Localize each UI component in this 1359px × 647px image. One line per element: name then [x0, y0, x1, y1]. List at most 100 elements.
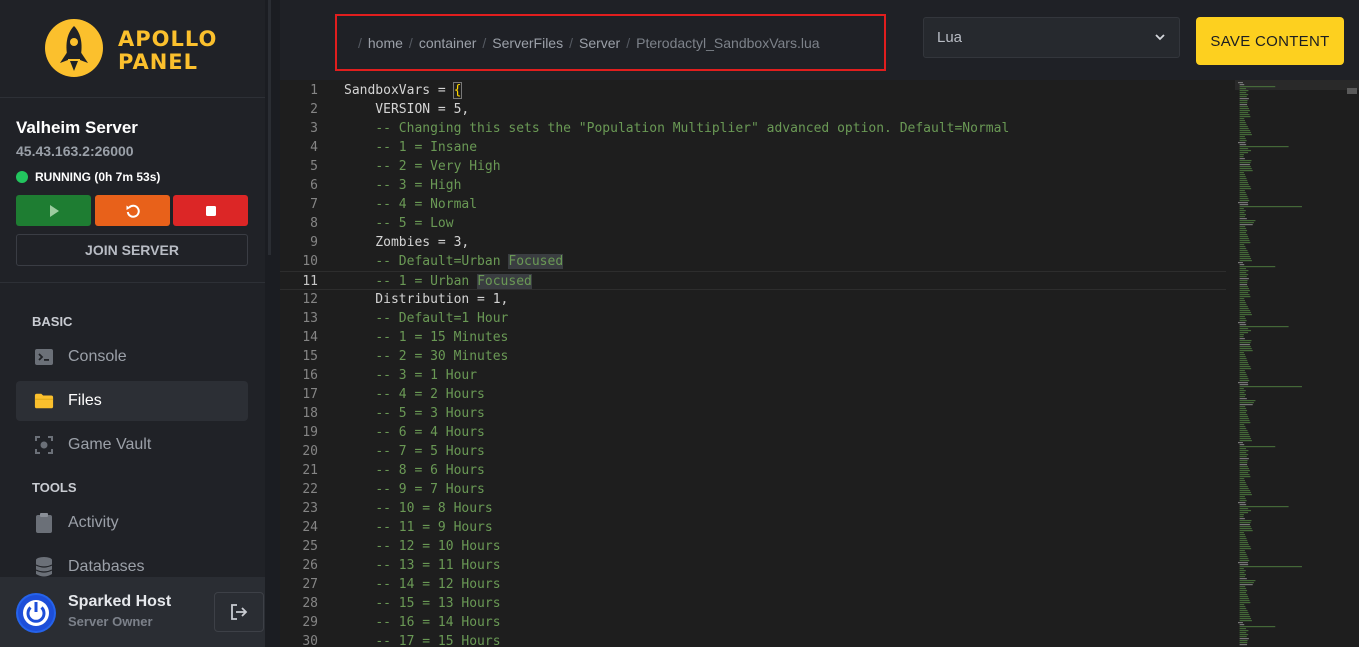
minimap-line	[1239, 484, 1247, 486]
line-code: -- 15 = 13 Hours	[375, 596, 501, 611]
join-server-button[interactable]: JOIN SERVER	[16, 234, 248, 266]
code-line[interactable]: 2 VERSION = 5,	[280, 100, 1226, 119]
code-line[interactable]: 29 -- 16 = 14 Hours	[280, 613, 1226, 632]
line-number: 28	[302, 596, 318, 611]
line-number: 22	[302, 482, 318, 497]
sidebar-item-activity[interactable]: Activity	[16, 503, 248, 543]
code-line[interactable]: 8 -- 5 = Low	[280, 214, 1226, 233]
minimap-line	[1239, 246, 1246, 248]
minimap-line	[1239, 158, 1245, 160]
minimap-line	[1239, 506, 1289, 508]
code-line[interactable]: 19 -- 6 = 4 Hours	[280, 423, 1226, 442]
minimap-line	[1239, 204, 1249, 206]
minimap-line	[1238, 622, 1243, 624]
minimap-line	[1239, 180, 1248, 182]
code-line[interactable]: 12 Distribution = 1,	[280, 290, 1226, 309]
editor-scrollbar[interactable]	[1347, 88, 1357, 94]
code-line[interactable]: 4 -- 1 = Insane	[280, 138, 1226, 157]
minimap-line	[1239, 572, 1245, 574]
minimap[interactable]	[1235, 80, 1345, 647]
breadcrumb-item-serverfiles[interactable]: ServerFiles	[492, 35, 563, 51]
minimap-line	[1239, 594, 1248, 596]
minimap-line	[1239, 626, 1276, 628]
line-number: 13	[302, 311, 318, 326]
minimap-line	[1239, 530, 1253, 532]
language-select[interactable]: Lua	[923, 17, 1180, 58]
minimap-line	[1239, 224, 1253, 226]
code-line[interactable]: 1 SandboxVars = {	[280, 81, 1226, 100]
minimap-line	[1239, 454, 1249, 456]
code-line[interactable]: 9 Zombies = 3,	[280, 233, 1226, 252]
breadcrumb-separator: /	[482, 34, 487, 51]
minimap-line	[1239, 272, 1247, 274]
breadcrumb-item-container[interactable]: container	[419, 35, 477, 51]
minimap-line	[1239, 580, 1256, 582]
minimap-line	[1239, 222, 1254, 224]
minimap-line	[1239, 348, 1252, 350]
minimap-line	[1239, 214, 1247, 216]
code-line[interactable]: 18 -- 5 = 3 Hours	[280, 404, 1226, 423]
minimap-line	[1239, 370, 1245, 372]
breadcrumb-item-home[interactable]: home	[368, 35, 403, 51]
line-number: 10	[302, 254, 318, 269]
breadcrumb-separator: /	[358, 34, 362, 51]
code-line[interactable]: 26 -- 13 = 11 Hours	[280, 556, 1226, 575]
logout-button[interactable]	[214, 592, 264, 632]
line-number: 5	[310, 159, 318, 174]
minimap-line	[1239, 490, 1251, 492]
minimap-line	[1239, 278, 1249, 280]
code-line[interactable]: 15 -- 2 = 30 Minutes	[280, 347, 1226, 366]
line-code: VERSION = 5,	[344, 102, 470, 117]
code-line[interactable]: 17 -- 4 = 2 Hours	[280, 385, 1226, 404]
code-line[interactable]: 10 -- Default=Urban Focused	[280, 252, 1226, 271]
minimap-line	[1239, 586, 1246, 588]
minimap-line	[1239, 418, 1249, 420]
minimap-line	[1239, 566, 1302, 568]
code-line[interactable]: 24 -- 11 = 9 Hours	[280, 518, 1226, 537]
minimap-line	[1239, 156, 1244, 158]
brand-name: APOLLO PANEL	[118, 28, 217, 74]
code-line[interactable]: 21 -- 8 = 6 Hours	[280, 461, 1226, 480]
minimap-line	[1239, 296, 1251, 298]
line-code: -- 1 = Urban Focused	[375, 274, 532, 289]
breadcrumb-item-server[interactable]: Server	[579, 35, 620, 51]
code-line[interactable]: 22 -- 9 = 7 Hours	[280, 480, 1226, 499]
code-line[interactable]: 11 -- 1 = Urban Focused	[280, 271, 1226, 290]
sidebar-item-console[interactable]: Console	[16, 337, 248, 377]
minimap-line	[1239, 596, 1249, 598]
save-content-button[interactable]: SAVE CONTENT	[1196, 17, 1344, 65]
code-line[interactable]: 13 -- Default=1 Hour	[280, 309, 1226, 328]
code-line[interactable]: 23 -- 10 = 8 Hours	[280, 499, 1226, 518]
code-line[interactable]: 6 -- 3 = High	[280, 176, 1226, 195]
stop-button[interactable]	[173, 195, 248, 226]
line-code: -- 4 = 2 Hours	[375, 387, 485, 402]
code-line[interactable]: 20 -- 7 = 5 Hours	[280, 442, 1226, 461]
minimap-line	[1239, 92, 1247, 94]
code-line[interactable]: 3 -- Changing this sets the "Population …	[280, 119, 1226, 138]
code-editor[interactable]: 1 SandboxVars = {2 VERSION = 5, 3 -- Chang…	[280, 80, 1359, 647]
minimap-line	[1239, 108, 1249, 110]
code-line[interactable]: 14 -- 1 = 15 Minutes	[280, 328, 1226, 347]
code-line[interactable]: 27 -- 14 = 12 Hours	[280, 575, 1226, 594]
minimap-line	[1239, 306, 1248, 308]
sidebar-item-files[interactable]: Files	[16, 381, 248, 421]
minimap-line	[1239, 276, 1247, 278]
sidebar-item-game-vault[interactable]: Game Vault	[16, 425, 248, 465]
minimap-line	[1239, 340, 1252, 342]
breadcrumb-separator: /	[569, 34, 573, 51]
start-button[interactable]	[16, 195, 91, 226]
minimap-line	[1239, 112, 1249, 114]
minimap-line	[1239, 576, 1246, 578]
code-line[interactable]: 28 -- 15 = 13 Hours	[280, 594, 1226, 613]
line-code: -- 14 = 12 Hours	[375, 577, 501, 592]
minimap-line	[1239, 496, 1245, 498]
code-line[interactable]: 7 -- 4 = Normal	[280, 195, 1226, 214]
code-line[interactable]: 5 -- 2 = Very High	[280, 157, 1226, 176]
minimap-line	[1239, 254, 1250, 256]
restart-button[interactable]	[95, 195, 170, 226]
code-line[interactable]: 16 -- 3 = 1 Hour	[280, 366, 1226, 385]
code-line[interactable]: 30 -- 17 = 15 Hours	[280, 632, 1226, 647]
sidebar-scrollbar[interactable]	[268, 0, 271, 255]
minimap-line	[1239, 316, 1245, 318]
code-line[interactable]: 25 -- 12 = 10 Hours	[280, 537, 1226, 556]
